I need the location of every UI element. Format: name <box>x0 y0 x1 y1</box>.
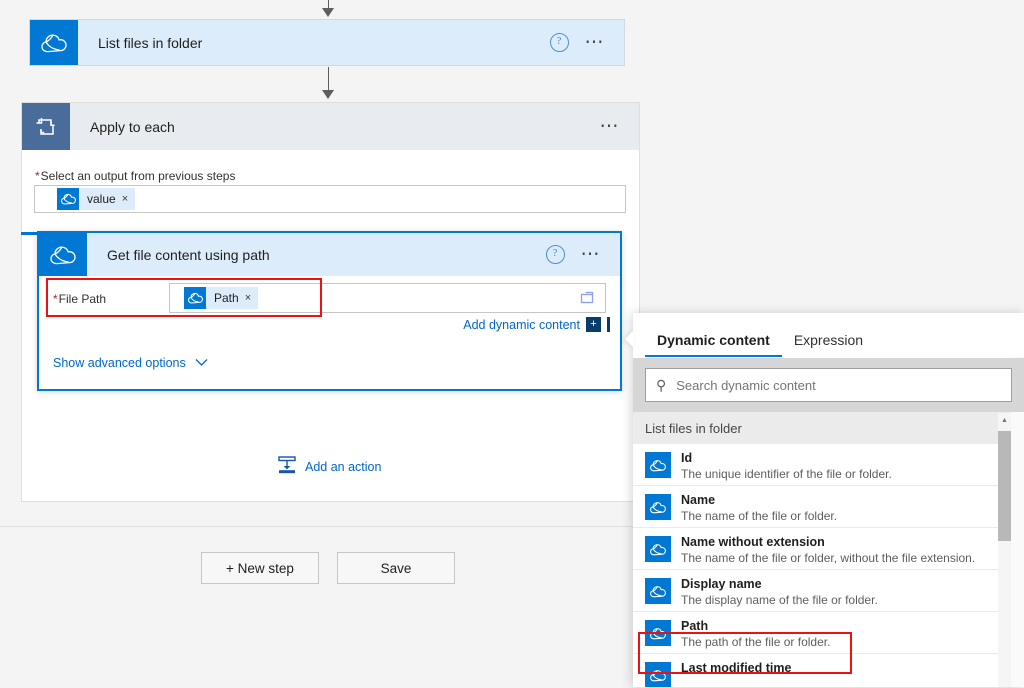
add-dynamic-content-caret <box>607 317 610 332</box>
required-asterisk: * <box>53 292 58 306</box>
onedrive-cloud-icon <box>645 620 671 646</box>
dynamic-token-value[interactable]: value × <box>57 188 136 210</box>
close-icon[interactable]: × <box>122 193 128 205</box>
list-item-name: Last modified time <box>681 661 792 675</box>
onedrive-cloud-icon <box>645 494 671 520</box>
onedrive-cloud-icon <box>645 452 671 478</box>
new-step-button[interactable]: + New step <box>201 552 319 584</box>
search-area: ⚲ Search dynamic content <box>633 358 1024 412</box>
step-title: Apply to each <box>90 118 175 135</box>
step-card-header: Get file content using path ? ⋯ <box>39 233 620 276</box>
step-header-actions: ? ⋯ <box>549 33 625 52</box>
step-card-list-files-in-folder[interactable]: List files in folder ? ⋯ <box>29 19 625 66</box>
plus-icon[interactable]: + <box>586 317 601 332</box>
list-item[interactable]: Id The unique identifier of the file or … <box>633 444 1011 486</box>
chevron-down-icon <box>195 355 208 370</box>
search-icon: ⚲ <box>656 376 667 393</box>
dynamic-content-list: Id The unique identifier of the file or … <box>633 444 1011 687</box>
onedrive-cloud-icon <box>57 188 79 210</box>
add-an-action-button[interactable]: Add an action <box>277 455 381 478</box>
token-label: value <box>87 192 116 206</box>
list-item[interactable]: Last modified time <box>633 654 1011 687</box>
step-title: Get file content using path <box>107 246 270 263</box>
list-item-name: Name without extension <box>681 535 825 549</box>
list-item-description: The path of the file or folder. <box>681 635 831 649</box>
list-item[interactable]: Display name The display name of the fil… <box>633 570 1011 612</box>
show-advanced-options-label: Show advanced options <box>53 355 186 370</box>
list-item[interactable]: Name The name of the file or folder. <box>633 486 1011 528</box>
connector-arrow-top <box>322 8 334 17</box>
scrollbar-up-arrow-icon[interactable]: ▲ <box>998 413 1011 428</box>
add-an-action-label: Add an action <box>305 459 382 474</box>
onedrive-cloud-icon <box>645 578 671 604</box>
step-card-header: List files in folder ? ⋯ <box>30 20 624 65</box>
folder-picker-icon[interactable] <box>579 290 596 309</box>
loop-repeat-icon <box>22 103 70 150</box>
add-dynamic-content-label: Add dynamic content <box>463 317 580 332</box>
flow-designer-canvas: List files in folder ? ⋯ Apply to each ⋯… <box>0 0 1024 688</box>
tab-dynamic-content[interactable]: Dynamic content <box>645 332 782 357</box>
search-placeholder: Search dynamic content <box>676 377 816 393</box>
list-item-path[interactable]: Path The path of the file or folder. <box>633 612 1011 654</box>
connector-arrow-middle <box>322 90 334 99</box>
ellipsis-icon[interactable]: ⋯ <box>581 245 603 264</box>
step-title: List files in folder <box>98 34 203 51</box>
help-circle-icon[interactable]: ? <box>549 33 569 52</box>
apply-to-each-header: Apply to each ⋯ <box>22 103 639 150</box>
panel-scrollbar-thumb[interactable] <box>998 431 1011 541</box>
dynamic-content-panel: Dynamic content Expression ⚲ Search dyna… <box>633 313 1024 687</box>
command-bar <box>0 526 640 688</box>
dynamic-token-path[interactable]: Path × <box>184 287 259 309</box>
file-path-label: *File Path <box>53 292 107 306</box>
show-advanced-options-button[interactable]: Show advanced options <box>53 355 208 370</box>
select-output-field-label: *Select an output from previous steps <box>35 169 236 183</box>
token-label: Path <box>214 291 239 305</box>
list-item-description: The name of the file or folder, without … <box>681 551 976 565</box>
save-button[interactable]: Save <box>337 552 455 584</box>
connector-line-middle <box>328 67 329 92</box>
list-item-name: Display name <box>681 577 762 591</box>
step-card-get-file-content-using-path[interactable]: Get file content using path ? ⋯ *File Pa… <box>37 231 622 391</box>
list-item-description: The unique identifier of the file or fol… <box>681 467 892 481</box>
step-header-actions: ⋯ <box>600 117 640 136</box>
onedrive-cloud-icon <box>184 287 206 309</box>
onedrive-cloud-icon <box>39 233 87 276</box>
tab-expression[interactable]: Expression <box>782 332 875 357</box>
list-item-name: Id <box>681 451 693 465</box>
dynamic-content-tablist: Dynamic content Expression <box>633 313 1024 357</box>
file-path-input[interactable]: Path × <box>169 283 606 313</box>
insert-action-icon <box>277 455 297 478</box>
onedrive-cloud-icon <box>645 536 671 562</box>
list-item-description: The display name of the file or folder. <box>681 593 878 607</box>
list-item[interactable]: Name without extension The name of the f… <box>633 528 1011 570</box>
add-dynamic-content-button[interactable]: Add dynamic content + <box>463 317 610 332</box>
list-item-name: Name <box>681 493 716 507</box>
onedrive-cloud-icon <box>30 20 78 65</box>
onedrive-cloud-icon <box>645 662 671 687</box>
close-icon[interactable]: × <box>245 292 251 304</box>
list-item-name: Path <box>681 619 709 633</box>
ellipsis-icon[interactable]: ⋯ <box>600 117 622 136</box>
select-output-input[interactable]: value × <box>34 185 626 213</box>
search-input[interactable]: ⚲ Search dynamic content <box>645 368 1012 402</box>
help-circle-icon[interactable]: ? <box>545 245 565 264</box>
flyout-pointer <box>625 330 634 348</box>
dynamic-content-group-header: List files in folder <box>633 412 1011 444</box>
required-asterisk: * <box>35 169 40 183</box>
list-item-description: The name of the file or folder. <box>681 509 838 523</box>
step-header-actions: ? ⋯ <box>545 245 621 264</box>
ellipsis-icon[interactable]: ⋯ <box>585 33 607 52</box>
